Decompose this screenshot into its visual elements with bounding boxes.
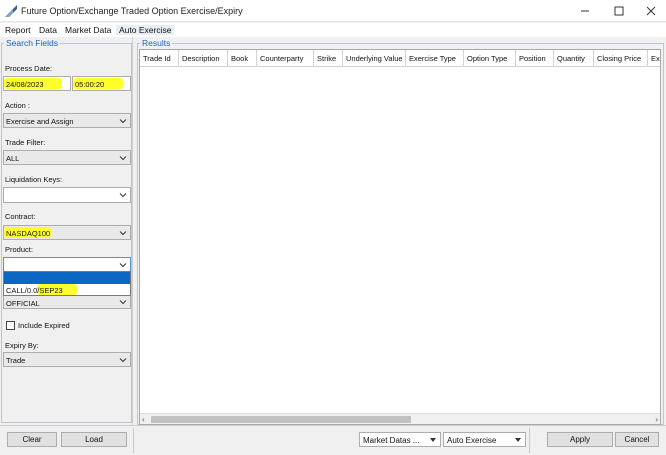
contract-select[interactable]: NASDAQ100 — [3, 225, 131, 240]
minimize-icon — [581, 10, 589, 12]
chevron-down-icon — [119, 231, 127, 236]
close-button[interactable] — [634, 0, 666, 22]
column-header[interactable]: Trade Id — [140, 50, 179, 67]
scrollbar-thumb[interactable] — [151, 416, 411, 423]
process-time-input[interactable]: 05:00:20 — [72, 76, 131, 91]
scroll-right-icon[interactable]: › — [655, 415, 658, 424]
column-header[interactable]: Counterparty — [257, 50, 314, 67]
minimize-button[interactable] — [568, 0, 602, 22]
product-option[interactable]: CALL/0.0/SEP23 — [6, 286, 63, 295]
menu-market-data[interactable]: Market Data — [65, 25, 111, 35]
horizontal-scrollbar[interactable]: ‹ › — [140, 413, 660, 424]
chevron-down-icon — [119, 263, 127, 268]
maximize-button[interactable] — [602, 0, 636, 22]
clear-button[interactable]: Clear — [7, 432, 57, 447]
scroll-left-icon[interactable]: ‹ — [142, 415, 145, 424]
column-header[interactable]: Description — [179, 50, 228, 67]
contract-label: Contract: — [5, 212, 36, 221]
close-icon — [646, 6, 656, 16]
column-header[interactable]: Exe — [648, 50, 660, 67]
menu-report[interactable]: Report — [5, 25, 31, 35]
product-label: Product: — [5, 245, 33, 254]
cancel-button[interactable]: Cancel — [615, 432, 659, 447]
action-label: Action : — [5, 101, 31, 110]
app-icon — [5, 5, 17, 17]
menu-data[interactable]: Data — [39, 25, 57, 35]
search-fields-title: Search Fields — [4, 38, 60, 48]
divider — [529, 428, 530, 453]
product-dropdown-list: CALL/0.0/SEP23 — [3, 271, 131, 296]
maximize-icon — [614, 6, 624, 16]
include-expired-label: Include Expired — [18, 321, 70, 330]
trade-filter-select[interactable]: ALL — [3, 150, 131, 165]
include-expired-checkbox[interactable] — [6, 321, 15, 330]
divider — [133, 428, 134, 453]
column-header[interactable]: Quantity — [554, 50, 594, 67]
menu-bar: Report Data Market Data Auto Exercise — [0, 23, 666, 37]
action-select[interactable]: Exercise and Assign — [3, 113, 131, 128]
market-datas-select[interactable]: Market Datas ... — [359, 432, 441, 447]
column-header[interactable]: Underlying Value — [343, 50, 406, 67]
caret-down-icon — [515, 438, 521, 442]
product-select[interactable] — [3, 257, 131, 272]
process-date-label: Process Date: — [5, 64, 53, 73]
title-bar: Future Option/Exchange Traded Option Exe… — [0, 0, 666, 22]
process-date-input[interactable]: 24/08/2023 — [3, 76, 71, 91]
load-button[interactable]: Load — [61, 432, 127, 447]
trade-filter-label: Trade Filter: — [5, 138, 46, 147]
liquidation-keys-select[interactable] — [3, 187, 131, 203]
expiry-by-select[interactable]: Trade — [3, 352, 131, 367]
expiry-by-label: Expiry By: — [5, 341, 39, 350]
column-header[interactable]: Option Type — [464, 50, 516, 67]
column-header[interactable]: Closing Price — [594, 50, 648, 67]
column-header[interactable]: Position — [516, 50, 554, 67]
results-table[interactable]: Trade Id Description Book Counterparty S… — [139, 49, 661, 425]
liquidation-keys-label: Liquidation Keys: — [5, 175, 63, 184]
chevron-down-icon — [119, 156, 127, 161]
menu-auto-exercise[interactable]: Auto Exercise — [116, 25, 175, 35]
auto-exercise-select[interactable]: Auto Exercise — [443, 432, 526, 447]
chevron-down-icon — [119, 358, 127, 363]
chevron-down-icon — [119, 119, 127, 124]
column-header[interactable]: Strike — [314, 50, 343, 67]
column-header[interactable]: Book — [228, 50, 257, 67]
chevron-down-icon — [119, 300, 127, 305]
dropdown-selected-row[interactable] — [4, 272, 130, 284]
window-title: Future Option/Exchange Traded Option Exe… — [21, 6, 243, 16]
chevron-down-icon — [119, 193, 127, 198]
price-source-select[interactable]: OFFICIAL — [3, 294, 131, 309]
results-title: Results — [140, 38, 173, 48]
apply-button[interactable]: Apply — [547, 432, 613, 447]
caret-down-icon — [430, 438, 436, 442]
column-header[interactable]: Exercise Type — [406, 50, 464, 67]
